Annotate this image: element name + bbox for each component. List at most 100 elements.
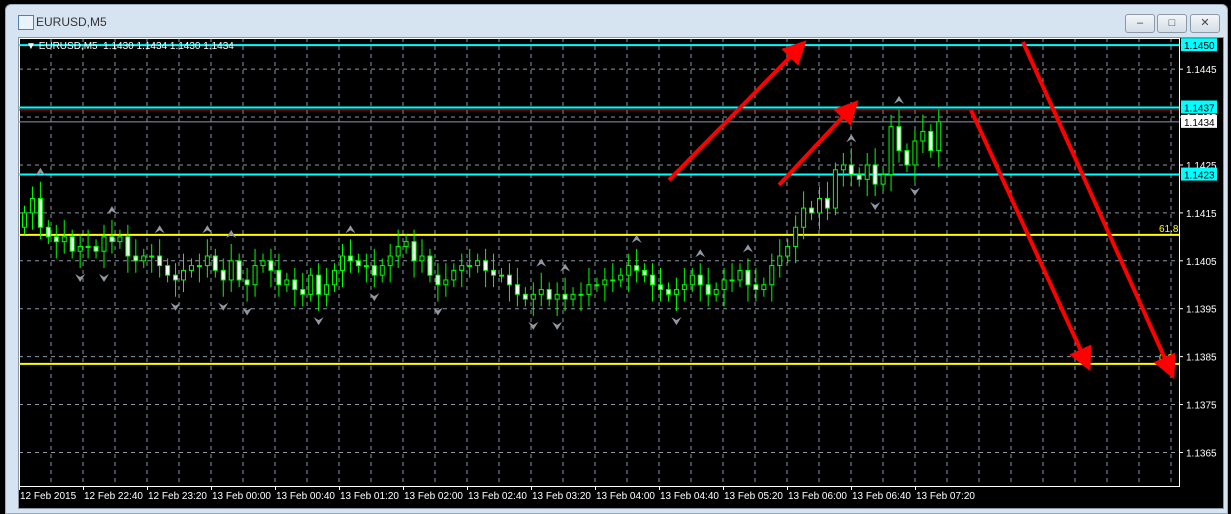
candle-body	[268, 260, 274, 271]
fractal-up-icon	[742, 244, 753, 253]
ohlc-readout: 1.1430 1.1434 1.1430 1.1434	[103, 41, 234, 52]
fractal-down-icon	[909, 187, 920, 196]
candle-body	[673, 289, 679, 295]
fractal-up-icon	[894, 95, 904, 104]
fractal-up-icon	[345, 225, 356, 234]
candle-body	[53, 236, 59, 243]
candle-body	[316, 274, 322, 295]
candle-body	[141, 255, 147, 262]
candle-body	[634, 265, 640, 271]
y-tick-label: 1.1395	[1186, 305, 1217, 316]
x-tick-label: 12 Feb 23:20	[148, 491, 207, 502]
candle-body	[284, 279, 290, 286]
candle-body	[658, 284, 663, 291]
close-button[interactable]: ✕	[1190, 14, 1220, 33]
candle-body	[928, 130, 934, 152]
candle-body	[626, 265, 632, 276]
candle-body	[427, 255, 433, 276]
level-price-label: 1.1450	[1184, 41, 1215, 52]
chart-window: EURUSD,M5 – □ ✕ 1.14451.14351.14251.1415…	[5, 4, 1228, 514]
candle-body	[125, 236, 131, 257]
y-tick-label: 1.1375	[1186, 401, 1217, 412]
candlestick-chart[interactable]: 1.14451.14351.14251.14151.14051.13951.13…	[19, 38, 1223, 508]
candle-body	[371, 265, 377, 276]
candle-body	[642, 269, 648, 276]
red-arrow-annotation	[1021, 41, 1176, 380]
candle-body	[85, 245, 91, 248]
candle-body	[475, 260, 481, 267]
candle-body	[220, 269, 226, 281]
candle-body	[435, 274, 441, 286]
candle-body	[37, 198, 43, 228]
candle-body	[721, 279, 727, 291]
collapse-caret-icon[interactable]: ▼	[26, 41, 36, 52]
red-arrow-annotation	[667, 40, 807, 182]
candle-body	[45, 226, 51, 238]
candle-body	[697, 274, 703, 286]
fractal-up-icon	[154, 225, 165, 234]
candle-body	[459, 265, 465, 271]
candle-body	[753, 284, 759, 291]
candle-body	[292, 279, 298, 291]
candle-body	[252, 265, 258, 286]
x-tick-label: 13 Feb 00:00	[212, 491, 271, 502]
fractal-down-icon	[313, 317, 324, 326]
candle-body	[554, 293, 560, 300]
minimize-button[interactable]: –	[1125, 14, 1155, 33]
candle-body	[665, 289, 671, 295]
red-arrow-annotation	[777, 100, 859, 187]
candle-body	[332, 269, 338, 286]
candle-body	[483, 260, 489, 271]
candle-body	[546, 289, 552, 300]
candle-body	[896, 126, 902, 152]
candle-body	[379, 265, 385, 276]
candle-body	[29, 198, 35, 214]
candle-body	[840, 164, 846, 171]
fractal-up-icon	[536, 258, 547, 267]
candle-body	[920, 130, 926, 142]
chart-info: ▼ EURUSD,M5 1.1430 1.1434 1.1430 1.1434	[26, 41, 234, 52]
candle-body	[594, 284, 600, 287]
x-tick-label: 13 Feb 01:20	[340, 491, 399, 502]
candle-body	[117, 236, 123, 243]
title-bar[interactable]: EURUSD,M5 – □ ✕	[6, 5, 1227, 37]
candle-body	[824, 198, 830, 209]
candle-body	[785, 245, 791, 257]
candle-body	[109, 236, 115, 243]
fractal-down-icon	[75, 273, 86, 282]
candle-body	[395, 245, 401, 257]
fractal-up-icon	[560, 263, 571, 272]
fractal-down-icon	[170, 302, 181, 311]
candle-body	[602, 279, 608, 286]
x-tick-label: 13 Feb 05:20	[724, 491, 783, 502]
candle-body	[165, 265, 171, 276]
fractal-down-icon	[99, 273, 109, 282]
level-price-label: 1.1423	[1184, 171, 1215, 182]
candle-body	[562, 293, 568, 300]
candle-body	[801, 207, 807, 228]
candle-body	[904, 150, 910, 166]
candle-body	[737, 269, 743, 281]
candle-body	[809, 207, 815, 214]
candle-body	[832, 169, 838, 209]
candle-body	[618, 274, 624, 281]
candle-body	[499, 274, 504, 277]
candle-body	[856, 174, 862, 180]
maximize-button[interactable]: □	[1157, 14, 1187, 33]
y-tick-label: 1.1385	[1186, 353, 1217, 364]
candle-body	[260, 260, 266, 267]
price-chart[interactable]: 1.14451.14351.14251.14151.14051.13951.13…	[18, 37, 1224, 509]
candle-body	[236, 260, 242, 281]
candle-body	[411, 241, 417, 262]
symbol-label: EURUSD,M5	[38, 41, 98, 52]
candle-body	[61, 236, 67, 243]
candle-body	[514, 284, 520, 295]
fractal-down-icon	[870, 202, 881, 211]
candle-body	[586, 284, 592, 295]
candle-body	[451, 269, 457, 281]
candle-body	[22, 212, 27, 228]
x-tick-label: 13 Feb 07:20	[916, 491, 975, 502]
candle-body	[443, 279, 449, 286]
candle-body	[228, 260, 234, 281]
x-tick-label: 13 Feb 00:40	[276, 491, 335, 502]
